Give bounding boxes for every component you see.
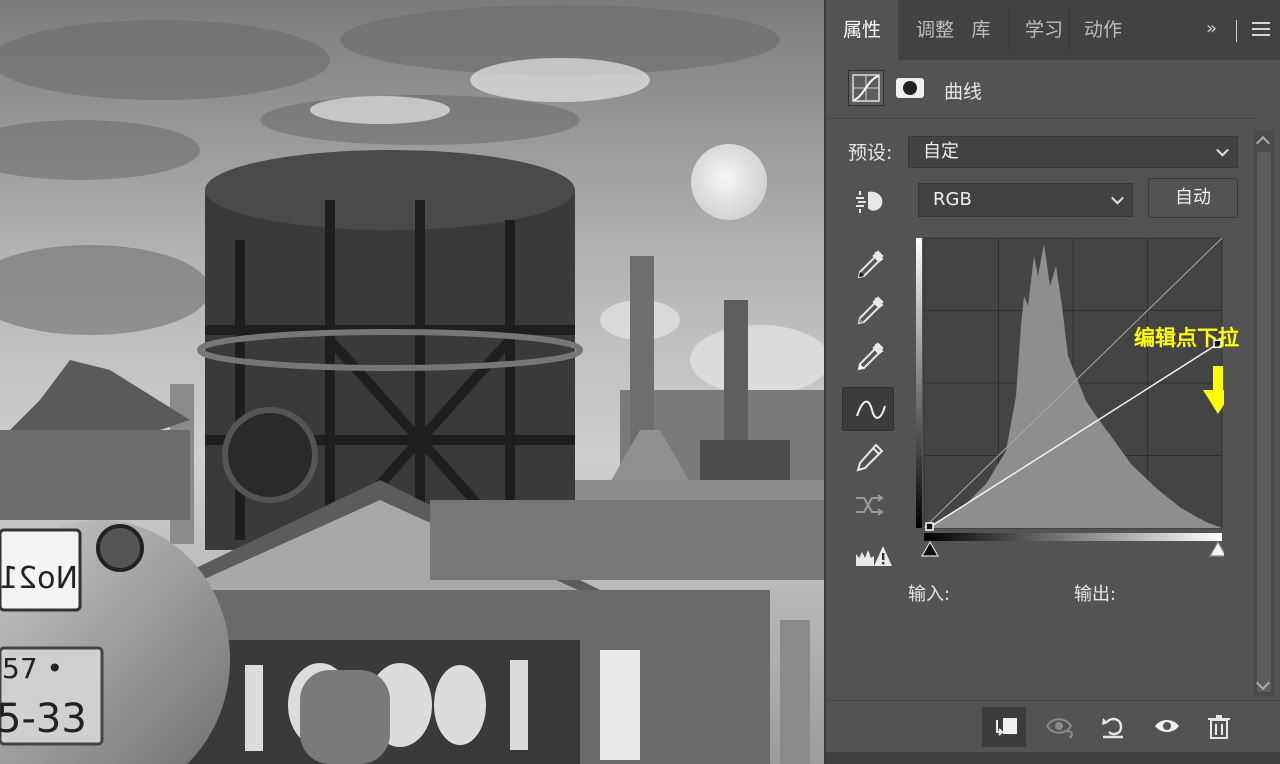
- input-label: 输入:: [908, 584, 951, 605]
- adjustment-title: 曲线: [944, 81, 983, 103]
- on-image-adjust-icon[interactable]: [842, 180, 894, 224]
- layer-mask-icon[interactable]: [896, 78, 924, 98]
- scroll-up-icon[interactable]: [1255, 135, 1271, 151]
- curves-graph[interactable]: [916, 236, 1224, 560]
- gray-point-eyedropper-icon[interactable]: [842, 288, 894, 332]
- input-gradient-bar: [924, 533, 1222, 541]
- input-white-slider[interactable]: [1208, 540, 1224, 557]
- tab-actions[interactable]: 动作: [1074, 0, 1132, 60]
- tab-adjustments[interactable]: 调整: [906, 0, 964, 60]
- auto-button[interactable]: 自动: [1148, 178, 1238, 218]
- panel-bottom-strip: [826, 752, 1280, 764]
- preset-dropdown[interactable]: 自定: [908, 136, 1238, 168]
- black-point-eyedropper-icon[interactable]: [842, 242, 894, 286]
- plate-bottom-text: 5-33: [0, 696, 87, 742]
- clip-to-layer-button[interactable]: [982, 707, 1026, 747]
- tab-properties[interactable]: 属性: [826, 0, 898, 60]
- moon: [691, 144, 767, 220]
- properties-panel: 属性 调整 库 学习 动作 » 曲线 预设: 自定 RGB 自动 编辑点下拉 输…: [824, 0, 1280, 764]
- curves-adjustment-icon[interactable]: [848, 70, 884, 106]
- adjustment-header: 曲线: [826, 60, 1280, 118]
- tab-libraries[interactable]: 库: [964, 0, 998, 60]
- output-gradient-bar: [916, 238, 922, 528]
- scene-artwork: No214 57 • 5-33: [0, 0, 824, 764]
- clipping-warning-icon[interactable]: [842, 534, 894, 578]
- channel-value: RGB: [933, 189, 972, 210]
- chevron-down-icon: [1111, 191, 1124, 205]
- tab-learn[interactable]: 学习: [1014, 0, 1074, 60]
- input-black-slider[interactable]: [920, 540, 940, 557]
- curve-point-icon[interactable]: [842, 387, 894, 431]
- output-label: 输出:: [1074, 584, 1117, 605]
- plate-top-text: 57 •: [2, 652, 63, 685]
- reset-button[interactable]: [1090, 707, 1134, 747]
- pencil-icon[interactable]: [842, 434, 894, 478]
- sign-text: No214: [0, 561, 78, 596]
- panel-tab-bar: 属性 调整 库 学习 动作 »: [826, 0, 1280, 60]
- white-point-eyedropper-icon[interactable]: [842, 334, 894, 378]
- chevron-down-icon: [1216, 143, 1229, 157]
- panel-footer: [826, 700, 1280, 753]
- toggle-visibility-button[interactable]: [1144, 707, 1188, 747]
- panel-menu-icon[interactable]: [1252, 22, 1270, 36]
- delete-button[interactable]: [1196, 707, 1240, 747]
- black-point-handle[interactable]: [925, 522, 934, 531]
- channel-dropdown[interactable]: RGB: [918, 183, 1133, 217]
- divider: [826, 118, 1256, 119]
- preset-value: 自定: [923, 141, 959, 162]
- scroll-thumb[interactable]: [1257, 152, 1271, 692]
- image-canvas[interactable]: No214 57 • 5-33: [0, 0, 824, 764]
- smooth-icon[interactable]: [842, 482, 894, 526]
- view-previous-state-button[interactable]: [1036, 707, 1080, 747]
- divider: [1236, 20, 1237, 42]
- preset-label: 预设:: [848, 142, 893, 164]
- expand-panels-icon[interactable]: »: [1206, 18, 1217, 39]
- panel-scrollbar[interactable]: [1254, 130, 1274, 696]
- annotation-label: 编辑点下拉: [1134, 326, 1239, 350]
